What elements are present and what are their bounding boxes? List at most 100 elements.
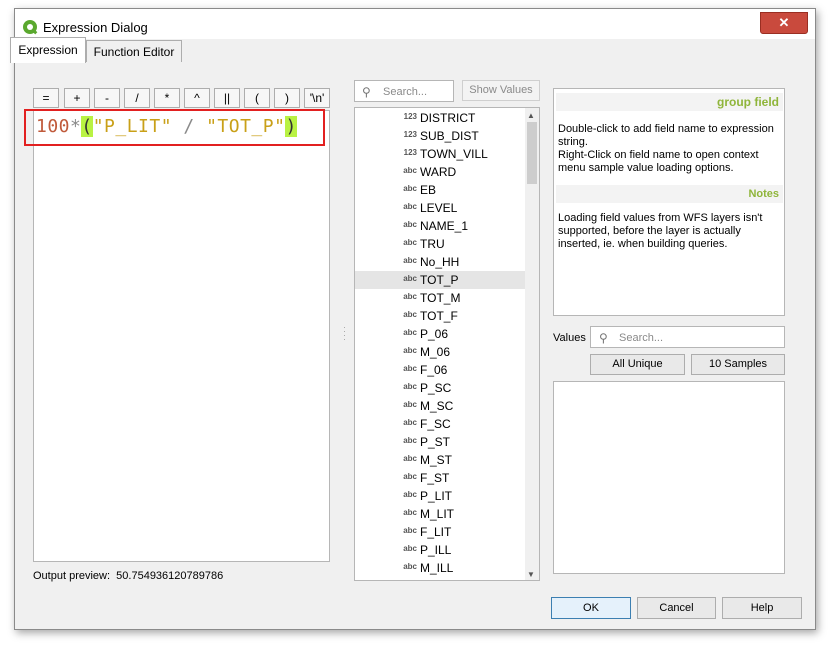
function-search-input[interactable]: ⚲ Search... [354, 80, 454, 102]
splitter-handle[interactable]: · · · · [343, 323, 347, 344]
field-name: LEVEL [420, 201, 458, 215]
field-item[interactable]: abc LEVEL [355, 199, 525, 217]
field-item[interactable]: abc NAME_1 [355, 217, 525, 235]
operator-plus-button[interactable]: + [64, 88, 90, 108]
expression-highlight-box [24, 109, 325, 146]
field-name: TRU [420, 237, 445, 251]
field-item[interactable]: abc P_ST [355, 433, 525, 451]
field-item[interactable]: abc P_06 [355, 325, 525, 343]
field-item[interactable]: abc M_ILL [355, 559, 525, 577]
operator-close-paren-button[interactable]: ) [274, 88, 300, 108]
expression-editor[interactable] [33, 110, 330, 562]
operator-equals-button[interactable]: = [33, 88, 59, 108]
field-name: P_ST [420, 435, 451, 449]
show-values-button[interactable]: Show Values [462, 80, 540, 101]
operator-minus-button[interactable]: - [94, 88, 120, 108]
field-item[interactable]: abc F_ST [355, 469, 525, 487]
field-type-icon: abc [403, 310, 417, 319]
field-item[interactable]: abc M_ST [355, 451, 525, 469]
field-type-icon: abc [403, 346, 417, 355]
field-item[interactable]: abc WARD [355, 163, 525, 181]
ten-samples-button[interactable]: 10 Samples [691, 354, 785, 375]
field-type-icon: abc [403, 256, 417, 265]
field-item[interactable]: abc M_SC [355, 397, 525, 415]
field-name: M_ILL [420, 561, 454, 575]
field-name: P_SC [420, 381, 452, 395]
operator-open-paren-button[interactable]: ( [244, 88, 270, 108]
field-name: P_06 [420, 327, 449, 341]
field-type-icon: abc [403, 292, 417, 301]
values-list[interactable] [553, 381, 785, 574]
operator-divide-button[interactable]: / [124, 88, 150, 108]
values-search-input[interactable]: ⚲ Search... [590, 326, 785, 348]
field-list[interactable]: 123 DISTRICT 123 SUB_DIST 123 TOWN_VILL abc WAR… [354, 107, 540, 581]
field-name: WARD [420, 165, 457, 179]
operator-multiply-button[interactable]: * [154, 88, 180, 108]
field-item[interactable]: abc TOT_F [355, 307, 525, 325]
search-icon: ⚲ [599, 331, 608, 345]
operator-newline-button[interactable]: '\n' [304, 88, 330, 108]
field-item[interactable]: abc P_ILL [355, 541, 525, 559]
field-name: SUB_DIST [420, 129, 479, 143]
field-name: No_HH [420, 255, 460, 269]
help-text-1: Double-click to add field name to expres… [558, 123, 774, 148]
field-item[interactable]: abc EB [355, 181, 525, 199]
field-name: TOT_F [420, 309, 458, 323]
field-name: EB [420, 183, 437, 197]
values-search-placeholder: Search... [619, 332, 664, 344]
field-type-icon: abc [403, 166, 417, 175]
field-type-icon: abc [403, 544, 417, 553]
field-list-scrollbar[interactable]: ▲ ▼ [525, 108, 539, 580]
field-name: F_06 [420, 363, 448, 377]
field-name: P_LIT [420, 489, 453, 503]
field-type-icon: abc [403, 382, 417, 391]
field-item[interactable]: abc M_LIT [355, 505, 525, 523]
field-type-icon: abc [403, 490, 417, 499]
tab-expression[interactable]: Expression [10, 37, 86, 63]
field-name: DISTRICT [420, 111, 476, 125]
field-item[interactable]: abc TOT_P [355, 271, 525, 289]
field-type-icon: abc [403, 364, 417, 373]
field-item[interactable]: abc F_LIT [355, 523, 525, 541]
field-type-icon: abc [403, 526, 417, 535]
help-text-2: Right-Click on field name to open contex… [558, 149, 759, 174]
field-type-icon: abc [403, 184, 417, 193]
field-item[interactable]: abc TRU [355, 235, 525, 253]
scroll-down-icon[interactable]: ▼ [527, 570, 535, 579]
field-item[interactable]: 123 TOWN_VILL [355, 145, 525, 163]
field-type-icon: abc [403, 472, 417, 481]
cancel-button[interactable]: Cancel [637, 597, 716, 619]
scrollbar-thumb[interactable] [527, 122, 537, 184]
operator-power-button[interactable]: ^ [184, 88, 210, 108]
field-type-icon: abc [403, 418, 417, 427]
scroll-up-icon[interactable]: ▲ [527, 111, 535, 120]
help-notes-text: Loading field values from WFS layers isn… [558, 212, 763, 250]
field-item[interactable]: abc M_06 [355, 343, 525, 361]
field-item[interactable]: 123 DISTRICT [355, 109, 525, 127]
field-type-icon: abc [403, 274, 417, 283]
field-item[interactable]: abc F_SC [355, 415, 525, 433]
field-item[interactable]: abc TOT_M [355, 289, 525, 307]
close-button[interactable]: ✕ [760, 12, 808, 34]
field-item[interactable]: abc No_HH [355, 253, 525, 271]
operator-concat-button[interactable]: || [214, 88, 240, 108]
field-name: TOWN_VILL [420, 147, 488, 161]
output-preview-label: Output preview: [33, 570, 111, 582]
field-name: M_SC [420, 399, 454, 413]
field-type-icon: abc [403, 238, 417, 247]
field-item[interactable]: 123 SUB_DIST [355, 127, 525, 145]
values-label: Values [553, 332, 586, 344]
window-title: Expression Dialog [43, 20, 148, 35]
field-name: F_SC [420, 417, 451, 431]
field-type-icon: 123 [403, 130, 417, 139]
field-name: M_LIT [420, 507, 455, 521]
tab-function-editor[interactable]: Function Editor [86, 40, 182, 62]
field-type-icon: abc [403, 508, 417, 517]
all-unique-button[interactable]: All Unique [590, 354, 685, 375]
ok-button[interactable]: OK [551, 597, 631, 619]
field-item[interactable]: abc F_06 [355, 361, 525, 379]
field-item[interactable]: abc P_SC [355, 379, 525, 397]
help-button[interactable]: Help [722, 597, 802, 619]
field-type-icon: 123 [403, 148, 417, 157]
field-item[interactable]: abc P_LIT [355, 487, 525, 505]
